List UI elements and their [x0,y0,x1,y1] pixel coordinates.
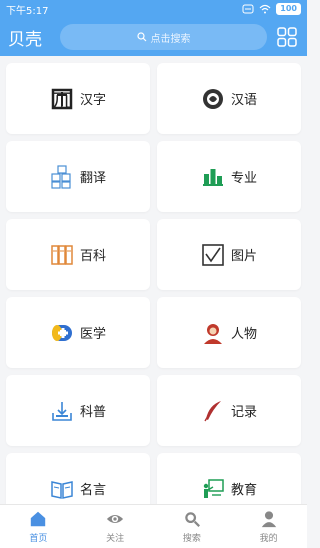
user-icon [261,510,276,527]
category-hanyu[interactable]: 汉语 [157,63,301,134]
category-label: 汉语 [230,93,257,108]
nav-home[interactable]: 首页 [0,505,77,548]
nav-label: 首页 [29,533,48,544]
nav-search[interactable]: 搜索 [154,505,231,548]
category-person[interactable]: 人物 [157,297,301,368]
nav-label: 关注 [106,533,125,544]
category-hanzi[interactable]: 𥘅 汉字 [6,63,150,134]
category-label: 科普 [79,405,106,420]
person-icon [203,323,222,344]
nav-follow[interactable]: 关注 [77,505,154,548]
category-label: 人物 [230,327,257,342]
nav-label: 搜索 [182,533,201,544]
nav-profile[interactable]: 我的 [230,505,307,548]
search-icon [136,32,146,42]
category-label: 专业 [230,171,257,186]
category-list: 𥘅 汉字 汉语 翻译 专业 百科 图片 医学 人物 科普 记录 名言 教育 [0,56,307,504]
translate-icon [51,164,71,189]
nav-label: 我的 [259,533,278,544]
record-icon [204,400,221,421]
category-label: 教育 [230,483,257,498]
category-picture[interactable]: 图片 [157,219,301,290]
grid-icon [277,27,297,47]
category-education[interactable]: 教育 [157,453,301,504]
hanyu-icon [202,88,223,109]
app-title: 贝壳 [8,29,42,50]
medicine-icon [51,324,72,341]
education-icon [203,478,224,498]
category-label: 汉字 [79,93,106,108]
category-label: 百科 [79,249,106,264]
quote-icon [51,480,73,499]
status-time: 下午5:17 [6,5,49,17]
science-icon [52,401,72,421]
status-icons: 100 [242,3,301,15]
eye-icon [107,514,124,523]
category-translate[interactable]: 翻译 [6,141,150,212]
encyclopedia-icon [51,244,73,265]
category-medicine[interactable]: 医学 [6,297,150,368]
top-bar: 下午5:17 100 贝壳 点击搜索 [0,0,307,56]
wifi-icon [259,4,271,14]
app-bar: 贝壳 点击搜索 [0,18,307,56]
category-label: 医学 [79,327,106,342]
major-icon [202,168,223,186]
battery-indicator: 100 [276,3,301,15]
category-quote[interactable]: 名言 [6,453,150,504]
category-label: 翻译 [79,171,106,186]
search-bar[interactable]: 点击搜索 [60,24,267,50]
search-icon [185,511,200,527]
picture-icon [202,243,224,266]
category-record[interactable]: 记录 [157,375,301,446]
category-label: 名言 [79,483,106,498]
category-label: 图片 [230,249,257,264]
hanzi-icon: 𥘅 [51,88,73,111]
grid-menu-button[interactable] [275,25,299,49]
bottom-navigation: 首页 关注 搜索 我的 [0,504,307,548]
search-placeholder: 点击搜索 [150,33,191,45]
status-bar: 下午5:17 100 [0,0,307,18]
category-major[interactable]: 专业 [157,141,301,212]
alarm-icon [242,4,254,14]
category-science[interactable]: 科普 [6,375,150,446]
category-label: 记录 [230,405,257,420]
category-encyclopedia[interactable]: 百科 [6,219,150,290]
home-icon [31,511,46,526]
